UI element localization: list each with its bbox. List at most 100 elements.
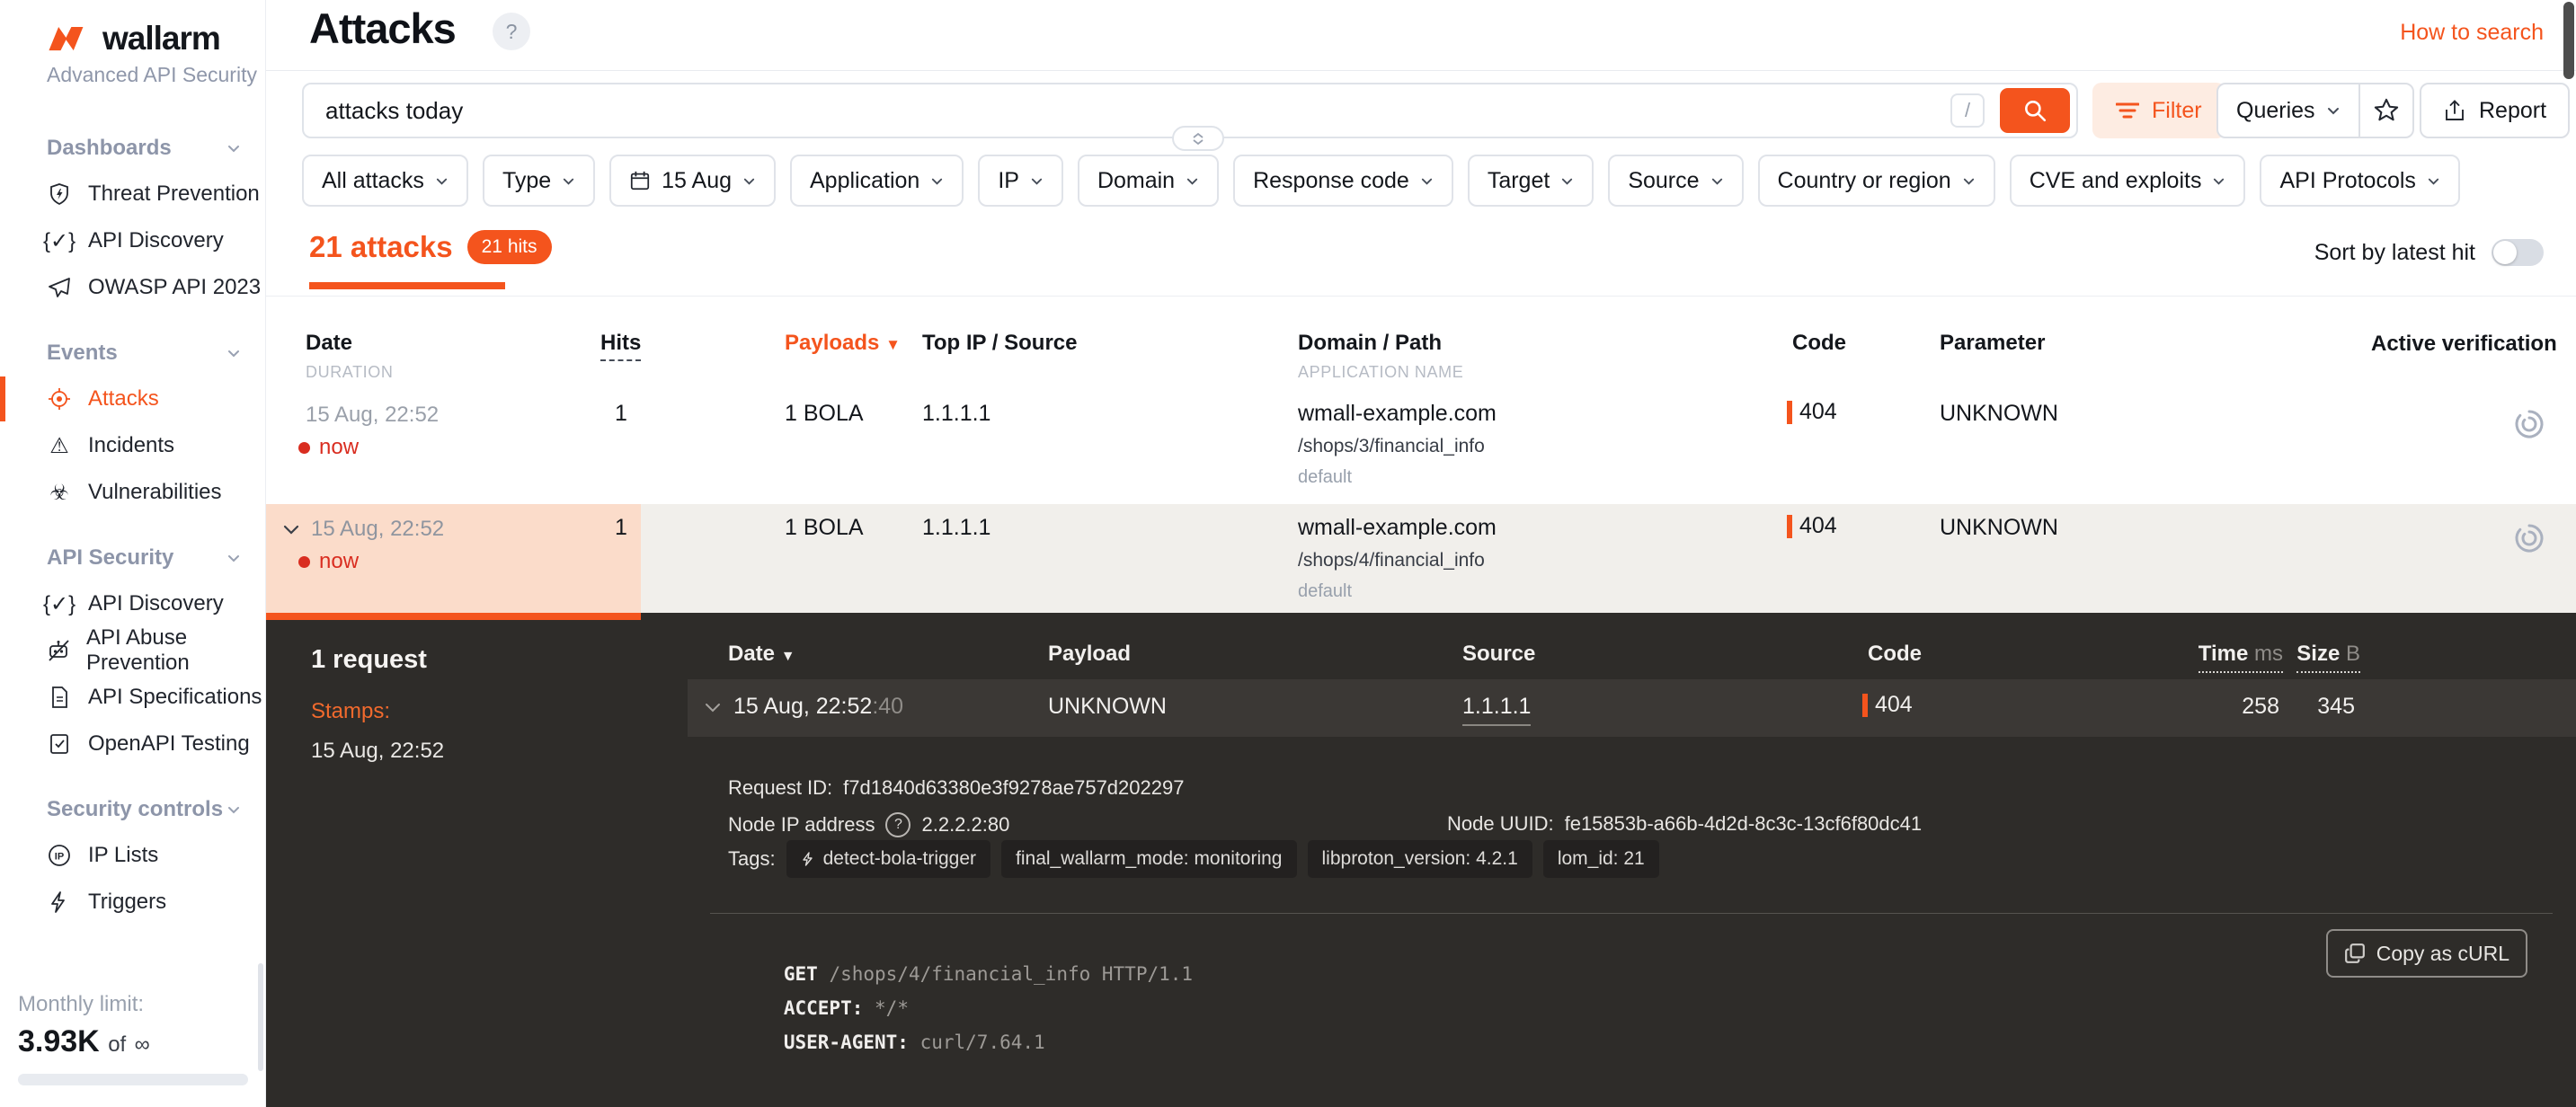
table-row[interactable]: 15 Aug, 22:52 now 1 1 BOLA 1.1.1.1 wmall… <box>266 388 2576 504</box>
chevron-down-icon[interactable] <box>703 697 723 717</box>
search-expand-handle[interactable] <box>1172 126 1224 151</box>
tags-row: Tags: detect-bola-trigger final_wallarm_… <box>728 840 1659 878</box>
window-scrollbar-thumb[interactable] <box>2563 2 2574 79</box>
chip-type[interactable]: Type <box>483 155 595 207</box>
chip-all-attacks[interactable]: All attacks <box>302 155 468 207</box>
sidebar-item-triggers[interactable]: Triggers <box>0 879 265 925</box>
dcol-time[interactable]: Time ms <box>2198 642 2283 667</box>
sidebar-item-vulnerabilities[interactable]: ☣ Vulnerabilities <box>0 469 265 516</box>
live-dot <box>298 442 310 454</box>
wallarm-logo-icon <box>45 22 93 56</box>
sidebar-item-api-discovery[interactable]: {✓} API Discovery <box>0 217 265 264</box>
stamps-label: Stamps: <box>311 699 390 724</box>
col-payloads[interactable]: Payloads ▼ <box>785 331 901 356</box>
sidebar-item-owasp-api[interactable]: OWASP API 2023 <box>0 264 265 311</box>
section-security-controls[interactable]: Security controls <box>47 794 242 825</box>
chevron-down-icon <box>435 174 449 188</box>
monthly-limit-value: 3.93K of ∞ <box>18 1024 248 1059</box>
chevron-down-icon <box>562 174 575 188</box>
row-top-ip: 1.1.1.1 <box>922 515 990 541</box>
chevron-down-icon <box>226 140 242 156</box>
sidebar-item-threat-prevention[interactable]: Threat Prevention <box>0 171 265 217</box>
dcol-code: Code <box>1868 642 1922 667</box>
row-parameter: UNKNOWN <box>1940 401 2058 427</box>
col-active-verification: Active verification <box>2371 331 2551 358</box>
sidebar-scrollbar[interactable] <box>258 963 263 1071</box>
status-color-bar <box>1787 401 1792 424</box>
chevron-down-icon[interactable] <box>280 518 302 540</box>
sidebar-item-ip-lists[interactable]: IP IP Lists <box>0 832 265 879</box>
chip-date[interactable]: 15 Aug <box>609 155 776 207</box>
col-code: Code <box>1792 331 1846 356</box>
dcol-size[interactable]: Size B <box>2296 642 2360 667</box>
row-date: 15 Aug, 22:52 <box>306 403 439 428</box>
search-button[interactable] <box>2000 88 2070 133</box>
shield-bolt-icon <box>47 182 72 206</box>
chevron-down-icon <box>226 550 242 566</box>
status-color-bar <box>1787 515 1792 538</box>
monthly-limit-progressbar <box>18 1074 248 1085</box>
sidebar-item-incidents[interactable]: ⚠ Incidents <box>0 422 265 469</box>
tag-lom-id[interactable]: lom_id: 21 <box>1543 840 1659 878</box>
tag-final-wallarm-mode[interactable]: final_wallarm_mode: monitoring <box>1001 840 1296 878</box>
request-detail-panel: 1 request Stamps: 15 Aug, 22:52 Date ▼ P… <box>266 613 2576 1107</box>
queries-button[interactable]: Queries <box>2218 84 2360 137</box>
chip-application[interactable]: Application <box>790 155 964 207</box>
favorite-query-button[interactable] <box>2360 84 2412 137</box>
chip-target[interactable]: Target <box>1468 155 1594 207</box>
request-row[interactable] <box>688 679 2576 737</box>
chip-response-code[interactable]: Response code <box>1233 155 1453 207</box>
request-source[interactable]: 1.1.1.1 <box>1462 694 1531 720</box>
search-input[interactable] <box>325 90 1925 131</box>
row-domain: wmall-example.com <box>1298 401 1497 427</box>
section-events[interactable]: Events <box>47 338 242 368</box>
chip-country[interactable]: Country or region <box>1758 155 1995 207</box>
chip-cve[interactable]: CVE and exploits <box>2010 155 2246 207</box>
export-icon <box>2443 99 2466 122</box>
chevron-down-icon <box>930 174 944 188</box>
section-api-security[interactable]: API Security <box>47 543 242 573</box>
question-circle-icon[interactable]: ? <box>885 812 910 837</box>
dcol-date[interactable]: Date ▼ <box>728 642 795 667</box>
sidebar-item-api-abuse-prevention[interactable]: API Abuse Prevention <box>0 627 265 674</box>
help-icon[interactable]: ? <box>493 13 530 50</box>
chevron-down-icon <box>1560 174 1574 188</box>
copy-as-curl-button[interactable]: Copy as cURL <box>2326 929 2527 978</box>
active-verification-spinner-icon[interactable] <box>2509 404 2549 444</box>
sidebar-item-attacks[interactable]: Attacks <box>0 376 265 422</box>
brand-name: wallarm <box>102 20 220 58</box>
header-divider <box>266 70 2576 71</box>
results-tab[interactable]: 21 attacks 21 hits <box>309 230 552 264</box>
dcol-source: Source <box>1462 642 1535 667</box>
report-button[interactable]: Report <box>2420 83 2570 138</box>
tag-detect-bola-trigger[interactable]: detect-bola-trigger <box>786 840 990 878</box>
chip-api-protocols[interactable]: API Protocols <box>2260 155 2459 207</box>
table-row-selected[interactable]: 15 Aug, 22:52 now 1 1 BOLA 1.1.1.1 wmall… <box>266 504 2576 613</box>
chip-source[interactable]: Source <box>1608 155 1743 207</box>
braces-check-icon: {✓} <box>47 591 72 617</box>
crosshair-icon <box>47 387 72 411</box>
warning-icon: ⚠ <box>47 433 72 459</box>
row-domain: wmall-example.com <box>1298 515 1497 541</box>
how-to-search-link[interactable]: How to search <box>2400 20 2544 46</box>
sidebar-item-api-specifications[interactable]: API Specifications <box>0 674 265 721</box>
col-date: Date DURATION <box>306 331 352 356</box>
status-color-bar <box>1862 694 1868 717</box>
tag-libproton-version[interactable]: libproton_version: 4.2.1 <box>1308 840 1532 878</box>
sidebar-item-api-discovery-2[interactable]: {✓} API Discovery <box>0 580 265 627</box>
toggle-knob <box>2493 241 2517 264</box>
row-recency: now <box>298 435 359 460</box>
sidebar-item-openapi-testing[interactable]: OpenAPI Testing <box>0 721 265 767</box>
section-dashboards[interactable]: Dashboards <box>47 133 242 164</box>
col-hits[interactable]: Hits <box>600 331 641 356</box>
chip-domain[interactable]: Domain <box>1078 155 1219 207</box>
wallarm-logo[interactable]: wallarm <box>45 20 220 58</box>
sort-toggle[interactable] <box>2492 239 2544 266</box>
chevron-down-icon <box>2326 103 2341 118</box>
stamp-value: 15 Aug, 22:52 <box>311 739 444 764</box>
chip-ip[interactable]: IP <box>978 155 1063 207</box>
filter-button[interactable]: Filter <box>2092 83 2225 138</box>
active-verification-spinner-icon[interactable] <box>2509 518 2549 558</box>
hits-badge: 21 hits <box>467 230 552 264</box>
paper-plane-icon <box>47 276 72 299</box>
